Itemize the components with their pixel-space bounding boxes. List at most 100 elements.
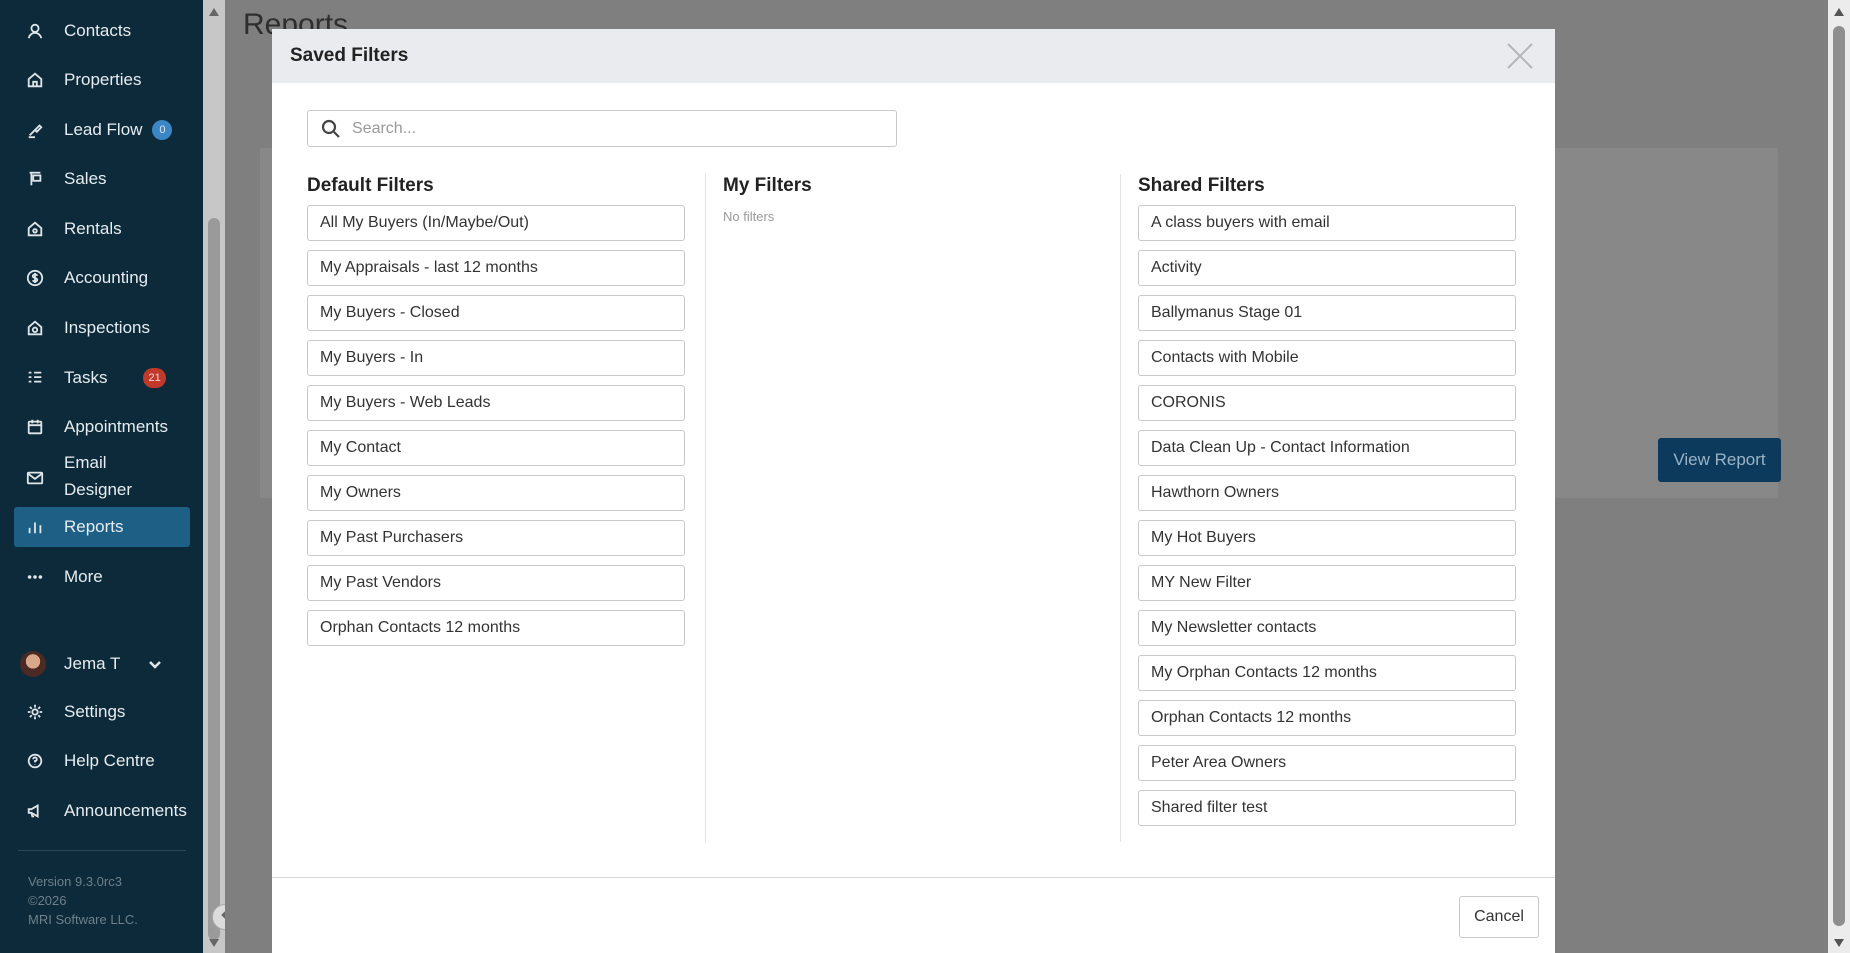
modal-header: Saved Filters bbox=[272, 29, 1555, 83]
sidebar-item-sales[interactable]: Sales bbox=[14, 159, 190, 199]
sidebar-item-label: Lead Flow bbox=[64, 120, 143, 139]
filter-button[interactable]: Orphan Contacts 12 months bbox=[307, 610, 685, 646]
dollar-icon bbox=[24, 267, 46, 289]
filter-button[interactable]: My Newsletter contacts bbox=[1138, 610, 1516, 646]
sidebar-item-label: Rentals bbox=[64, 219, 122, 238]
ellipsis-icon bbox=[24, 566, 46, 588]
sidebar-item-tasks[interactable]: Tasks 21 bbox=[14, 358, 190, 398]
filter-button[interactable]: Orphan Contacts 12 months bbox=[1138, 700, 1516, 736]
filter-button[interactable]: A class buyers with email bbox=[1138, 205, 1516, 241]
filter-button[interactable]: Peter Area Owners bbox=[1138, 745, 1516, 781]
column-title: My Filters bbox=[723, 175, 812, 196]
sidebar-item-label: Contacts bbox=[64, 21, 132, 40]
filter-button[interactable]: CORONIS bbox=[1138, 385, 1516, 421]
tasks-badge: 21 bbox=[143, 368, 166, 388]
filter-button[interactable]: All My Buyers (In/Maybe/Out) bbox=[307, 205, 685, 241]
filter-button[interactable]: Activity bbox=[1138, 250, 1516, 286]
search-icon bbox=[320, 118, 342, 140]
person-icon bbox=[24, 20, 46, 42]
copyright-line: ©2026 bbox=[28, 893, 67, 908]
sidebar-scroll-thumb[interactable] bbox=[208, 218, 220, 940]
page-scrollbar[interactable] bbox=[1828, 0, 1850, 953]
column-title: Default Filters bbox=[307, 175, 434, 196]
sidebar-item-label: Sales bbox=[64, 169, 107, 188]
sidebar-item-announcements[interactable]: Announcements bbox=[14, 791, 190, 831]
filter-button[interactable]: My Hot Buyers bbox=[1138, 520, 1516, 556]
sidebar-item-help-centre[interactable]: Help Centre bbox=[14, 741, 190, 781]
sidebar-item-label: Announcements bbox=[64, 801, 187, 820]
search-input[interactable] bbox=[352, 119, 872, 138]
sidebar-divider bbox=[18, 850, 186, 851]
filter-button[interactable]: My Contact bbox=[307, 430, 685, 466]
sidebar-item-label: Email Designer bbox=[64, 453, 133, 499]
sidebar-item-reports[interactable]: Reports bbox=[14, 507, 190, 547]
modal-title: Saved Filters bbox=[290, 45, 409, 66]
sidebar-item-label: Tasks bbox=[64, 368, 108, 387]
scroll-down-arrow[interactable] bbox=[1834, 939, 1844, 947]
filter-button[interactable]: My Buyers - Closed bbox=[307, 295, 685, 331]
scroll-down-arrow[interactable] bbox=[209, 939, 219, 947]
empty-state-text: No filters bbox=[723, 209, 775, 224]
filter-button[interactable]: Shared filter test bbox=[1138, 790, 1516, 826]
sidebar-item-settings[interactable]: Settings bbox=[14, 692, 190, 732]
column-divider bbox=[1120, 174, 1121, 842]
column-divider bbox=[705, 174, 706, 842]
filter-button[interactable]: Hawthorn Owners bbox=[1138, 475, 1516, 511]
modal-footer-divider bbox=[272, 877, 1555, 878]
sidebar-item-lead-flow[interactable]: Lead Flow 0 bbox=[14, 110, 190, 150]
filter-button[interactable]: MY New Filter bbox=[1138, 565, 1516, 601]
my-filters-column: My Filters No filters bbox=[723, 175, 812, 224]
filter-button[interactable]: My Buyers - Web Leads bbox=[307, 385, 685, 421]
sidebar-item-rentals[interactable]: Rentals bbox=[14, 209, 190, 249]
sidebar-item-more[interactable]: More bbox=[14, 557, 190, 597]
sidebar-item-label: Accounting bbox=[64, 268, 149, 287]
sidebar-item-label: Inspections bbox=[64, 318, 150, 337]
sidebar-item-accounting[interactable]: Accounting bbox=[14, 258, 190, 298]
sidebar-item-appointments[interactable]: Appointments bbox=[14, 407, 190, 447]
home-key-icon bbox=[24, 218, 46, 240]
filter-button[interactable]: My Buyers - In bbox=[307, 340, 685, 376]
cancel-button[interactable]: Cancel bbox=[1459, 896, 1539, 938]
sidebar-item-label: Help Centre bbox=[64, 751, 155, 770]
sidebar-item-email-designer[interactable]: Email Designer bbox=[14, 449, 190, 505]
scroll-up-arrow[interactable] bbox=[1834, 8, 1844, 16]
megaphone-icon bbox=[24, 800, 46, 822]
lead-flow-badge: 0 bbox=[152, 120, 173, 140]
view-report-button[interactable]: View Report bbox=[1658, 438, 1781, 482]
search-field[interactable] bbox=[307, 110, 897, 147]
page-scroll-thumb[interactable] bbox=[1833, 26, 1845, 926]
filter-button[interactable]: Contacts with Mobile bbox=[1138, 340, 1516, 376]
sidebar-scrollbar[interactable] bbox=[203, 0, 225, 953]
sidebar-item-label: More bbox=[64, 567, 103, 586]
sidebar-item-properties[interactable]: Properties bbox=[14, 60, 190, 100]
sidebar: Contacts Properties Lead Flow 0 Sales Re… bbox=[0, 0, 203, 953]
envelope-icon bbox=[24, 467, 46, 489]
saved-filters-modal: Saved Filters Default Filters All My Buy… bbox=[272, 29, 1555, 953]
tasks-icon bbox=[24, 367, 46, 389]
user-name: Jema T bbox=[64, 654, 121, 673]
filter-button[interactable]: My Orphan Contacts 12 months bbox=[1138, 655, 1516, 691]
user-menu[interactable]: Jema T bbox=[14, 644, 190, 684]
shared-filters-column: Shared Filters A class buyers with email… bbox=[1138, 175, 1516, 835]
scroll-up-arrow[interactable] bbox=[209, 8, 219, 16]
inspection-icon bbox=[24, 317, 46, 339]
sidebar-item-inspections[interactable]: Inspections bbox=[14, 308, 190, 348]
sidebar-item-contacts[interactable]: Contacts bbox=[14, 11, 190, 51]
filter-button[interactable]: My Past Purchasers bbox=[307, 520, 685, 556]
company-line: MRI Software LLC. bbox=[28, 912, 138, 927]
version-info: Version 9.3.0rc3 ©2026 MRI Software LLC. bbox=[28, 872, 138, 929]
filter-button[interactable]: My Past Vendors bbox=[307, 565, 685, 601]
version-line: Version 9.3.0rc3 bbox=[28, 874, 122, 889]
column-title: Shared Filters bbox=[1138, 175, 1265, 196]
avatar bbox=[20, 651, 46, 677]
filter-button[interactable]: My Appraisals - last 12 months bbox=[307, 250, 685, 286]
filter-button[interactable]: My Owners bbox=[307, 475, 685, 511]
bar-chart-icon bbox=[24, 516, 46, 538]
sidebar-item-label: Settings bbox=[64, 702, 126, 721]
help-icon bbox=[24, 750, 46, 772]
lead-flow-icon bbox=[24, 119, 46, 141]
filter-button[interactable]: Ballymanus Stage 01 bbox=[1138, 295, 1516, 331]
calendar-icon bbox=[24, 416, 46, 438]
close-icon[interactable] bbox=[1503, 39, 1537, 73]
filter-button[interactable]: Data Clean Up - Contact Information bbox=[1138, 430, 1516, 466]
